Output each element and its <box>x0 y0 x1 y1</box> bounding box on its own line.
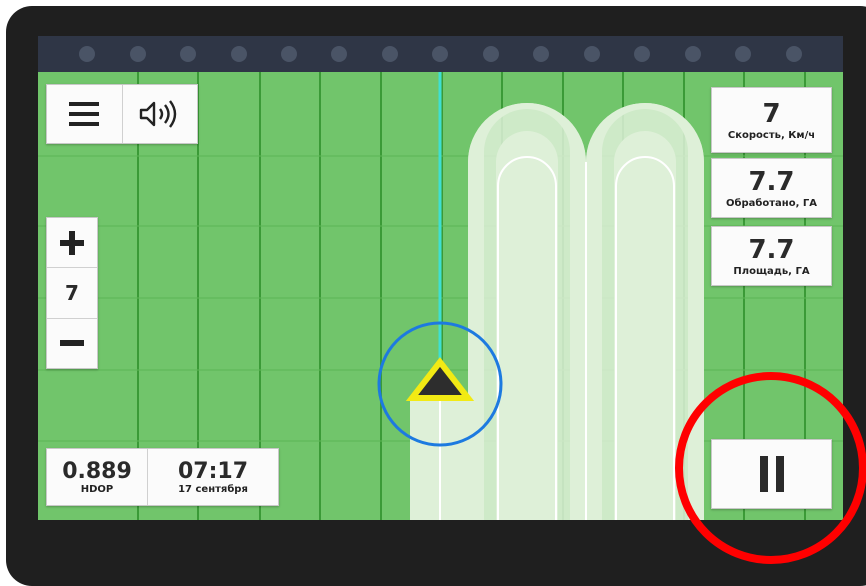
led-indicator <box>684 46 701 62</box>
led-indicator <box>634 46 651 62</box>
led-indicator <box>331 46 348 62</box>
speed-value: 7 <box>762 98 781 129</box>
hdop-label: HDOP <box>80 483 114 495</box>
led-indicator <box>735 46 752 62</box>
sound-button[interactable] <box>121 85 198 143</box>
speed-label: Скорость, Км/ч <box>727 129 816 141</box>
pause-button[interactable] <box>711 439 832 509</box>
led-indicator <box>129 46 146 62</box>
led-indicator <box>583 46 600 62</box>
hdop-value: 0.889 <box>62 458 132 484</box>
clock-readout: 07:17 17 сентября <box>147 449 278 505</box>
zoom-in-button[interactable] <box>47 218 97 267</box>
speed-panel: 7 Скорость, Км/ч <box>711 87 832 153</box>
zoom-level-value: 7 <box>65 280 79 305</box>
pause-icon <box>759 456 784 492</box>
navigator-screen: 7 7 Скорость, Км/ч 7.7 Обработано, ГА 7.… <box>38 36 843 520</box>
top-left-controls <box>46 84 198 144</box>
total-area-label: Площадь, ГА <box>733 265 810 277</box>
processed-area-panel: 7.7 Обработано, ГА <box>711 158 832 218</box>
processed-area-value: 7.7 <box>748 166 795 197</box>
led-indicator <box>533 46 550 62</box>
led-indicator <box>381 46 398 62</box>
plus-icon <box>60 230 84 255</box>
led-indicator <box>180 46 197 62</box>
led-indicator-bar <box>38 36 843 72</box>
total-area-panel: 7.7 Площадь, ГА <box>711 226 832 286</box>
zoom-out-button[interactable] <box>47 317 97 368</box>
zoom-control: 7 <box>46 217 98 369</box>
coverage-pass-vertical <box>410 400 470 520</box>
hamburger-menu-icon <box>69 102 100 126</box>
minus-icon <box>60 340 84 347</box>
menu-button[interactable] <box>47 85 122 143</box>
zoom-level: 7 <box>47 267 97 317</box>
clock-time: 07:17 <box>177 458 249 484</box>
led-indicator <box>482 46 499 62</box>
speaker-volume-icon <box>139 100 176 128</box>
vehicle-marker-icon <box>405 357 475 401</box>
processed-area-label: Обработано, ГА <box>726 197 817 209</box>
led-indicator <box>230 46 247 62</box>
coverage-pass-u-turns <box>468 103 704 520</box>
led-indicator <box>432 46 449 62</box>
led-indicator <box>785 46 802 62</box>
hdop-readout: 0.889 HDOP <box>47 449 147 505</box>
total-area-value: 7.7 <box>748 234 795 265</box>
led-indicator <box>79 46 96 62</box>
clock-date: 17 сентября <box>178 483 248 495</box>
status-info-panel: 0.889 HDOP 07:17 17 сентября <box>46 448 279 506</box>
led-indicator <box>281 46 298 62</box>
